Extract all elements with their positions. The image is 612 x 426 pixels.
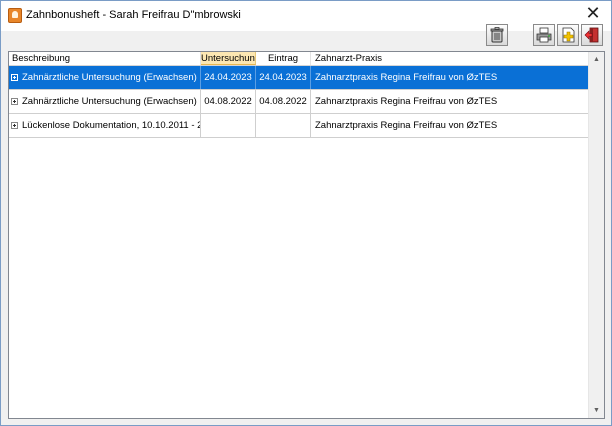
- examination-date-cell: 24.04.2023: [201, 66, 256, 89]
- expand-icon[interactable]: [11, 98, 18, 105]
- examination-date-cell: 04.08.2022: [201, 90, 256, 113]
- add-entry-button[interactable]: [557, 24, 579, 46]
- table-row[interactable]: Zahnärztliche Untersuchung (Erwachsen) 0…: [9, 90, 589, 114]
- add-document-icon: [562, 27, 575, 43]
- practice-cell: Zahnarztpraxis Regina Freifrau von ØzTES: [315, 120, 498, 131]
- expand-icon[interactable]: [11, 74, 18, 81]
- description-text: Lückenlose Dokumentation, 10.10.2011 - 2…: [22, 120, 200, 131]
- trash-icon: [490, 27, 504, 43]
- expand-icon[interactable]: [11, 122, 18, 129]
- toolbar: [1, 21, 611, 51]
- table-header: Beschreibung Untersuchung Eintrag Zahnar…: [9, 52, 589, 66]
- exit-door-icon: [584, 27, 599, 43]
- entry-date-cell: [256, 114, 311, 137]
- column-header-entry[interactable]: Eintrag: [256, 52, 311, 65]
- description-text: Zahnärztliche Untersuchung (Erwachsen): [22, 72, 197, 83]
- practice-cell: Zahnarztpraxis Regina Freifrau von ØzTES: [315, 96, 498, 107]
- printer-icon: [536, 27, 552, 43]
- column-header-description[interactable]: Beschreibung: [9, 52, 201, 65]
- description-cell: Zahnärztliche Untersuchung (Erwachsen): [9, 66, 201, 89]
- table-row[interactable]: Zahnärztliche Untersuchung (Erwachsen) 2…: [9, 66, 589, 90]
- exit-button[interactable]: [581, 24, 603, 46]
- description-text: Zahnärztliche Untersuchung (Erwachsen): [22, 96, 197, 107]
- entry-date-cell: 04.08.2022: [256, 90, 311, 113]
- scroll-up-icon[interactable]: ▲: [589, 52, 604, 67]
- entry-date-cell: 24.04.2023: [256, 66, 311, 89]
- zahnbonusheft-window: Zahnbonusheft - Sarah Freifrau D"mbrowsk…: [0, 0, 612, 426]
- delete-button[interactable]: [486, 24, 508, 46]
- print-button[interactable]: [533, 24, 555, 46]
- practice-cell: Zahnarztpraxis Regina Freifrau von ØzTES: [311, 66, 589, 89]
- column-header-examination[interactable]: Untersuchung: [201, 52, 256, 65]
- column-header-practice[interactable]: Zahnarzt-Praxis: [311, 52, 589, 65]
- vertical-scrollbar[interactable]: ▲ ▼: [588, 52, 604, 418]
- window-title: Zahnbonusheft - Sarah Freifrau D"mbrowsk…: [26, 9, 241, 21]
- examination-date-cell: [201, 114, 256, 137]
- scroll-down-icon[interactable]: ▼: [589, 403, 604, 418]
- bonus-entries-table[interactable]: Beschreibung Untersuchung Eintrag Zahnar…: [8, 51, 605, 419]
- description-cell: Zahnärztliche Untersuchung (Erwachsen): [9, 90, 201, 113]
- description-cell: Lückenlose Dokumentation, 10.10.2011 - 2…: [9, 114, 201, 137]
- table-row[interactable]: Lückenlose Dokumentation, 10.10.2011 - 2…: [9, 114, 589, 138]
